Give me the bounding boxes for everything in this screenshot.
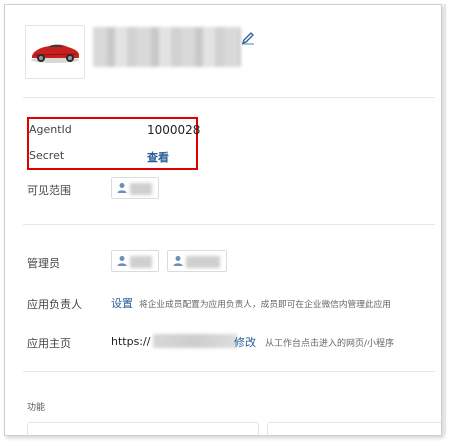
features-label: 功能 xyxy=(27,403,46,413)
member-name-redacted xyxy=(130,256,152,268)
homepage-hint: 从工作台点击进入的网页/小程序 xyxy=(265,339,395,349)
app-name-redacted xyxy=(93,27,241,67)
member-name-redacted xyxy=(186,256,220,268)
person-icon xyxy=(117,256,127,266)
homepage-label: 应用主页 xyxy=(27,337,71,350)
agentid-label: AgentId xyxy=(29,123,72,136)
feature-card-2[interactable] xyxy=(267,422,441,435)
app-detail-panel: AgentId 1000028 Secret 查看 可见范围 管理员 应用负责人… xyxy=(4,4,442,436)
admin-member-chip-2[interactable] xyxy=(167,250,227,272)
admins-label: 管理员 xyxy=(27,257,60,270)
person-icon xyxy=(117,183,127,193)
visibility-member-chip[interactable] xyxy=(111,177,159,199)
divider-header xyxy=(23,97,435,98)
member-name-redacted xyxy=(130,183,152,195)
feature-card-1[interactable] xyxy=(27,422,259,435)
homepage-url-prefix: https:// xyxy=(111,335,151,348)
visibility-label: 可见范围 xyxy=(27,184,71,197)
divider-visibility xyxy=(23,224,435,225)
owner-hint: 将企业成员配置为应用负责人，成员即可在企业微信内管理此应用 xyxy=(139,300,391,310)
set-owner-link[interactable]: 设置 xyxy=(111,295,133,311)
person-icon xyxy=(173,256,183,266)
app-logo-car-icon xyxy=(31,44,79,63)
view-secret-link[interactable]: 查看 xyxy=(147,149,169,165)
pencil-icon[interactable] xyxy=(241,31,255,45)
homepage-url-redacted xyxy=(153,334,237,348)
scrollbar[interactable] xyxy=(444,4,446,434)
secret-label: Secret xyxy=(29,149,65,162)
agentid-value: 1000028 xyxy=(147,123,201,137)
divider-homepage xyxy=(23,371,435,372)
owner-label: 应用负责人 xyxy=(27,298,82,311)
admin-member-chip-1[interactable] xyxy=(111,250,159,272)
app-logo-card xyxy=(25,25,85,79)
edit-homepage-link[interactable]: 修改 xyxy=(234,334,256,350)
